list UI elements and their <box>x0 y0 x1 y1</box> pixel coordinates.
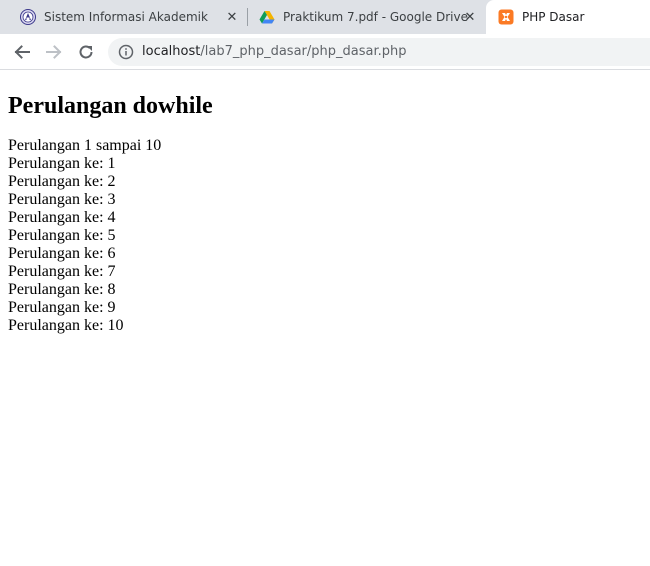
university-seal-icon <box>20 9 36 25</box>
tab-strip: Sistem Informasi Akademik ✕ Praktikum 7.… <box>0 0 650 34</box>
arrow-right-icon <box>46 45 62 59</box>
browser-toolbar: localhost/lab7_php_dasar/php_dasar.php <box>0 34 650 70</box>
reload-icon <box>79 45 93 59</box>
page-content: Perulangan dowhile Perulangan 1 sampai 1… <box>8 70 642 335</box>
close-tab-icon[interactable]: ✕ <box>223 8 241 26</box>
tab-title: Sistem Informasi Akademik <box>44 10 208 24</box>
loop-line: Perulangan ke: 9 <box>8 299 116 316</box>
tab-title: Praktikum 7.pdf - Google Drive <box>283 10 468 24</box>
forward-button[interactable] <box>42 40 66 64</box>
url-host: localhost <box>142 44 201 59</box>
tab-sistem-informasi-akademik[interactable]: Sistem Informasi Akademik ✕ <box>0 0 248 34</box>
arrow-left-icon <box>14 45 30 59</box>
tab-title: PHP Dasar <box>522 10 585 24</box>
loop-line: Perulangan ke: 6 <box>8 245 116 262</box>
back-button[interactable] <box>10 40 34 64</box>
loop-line: Perulangan ke: 3 <box>8 191 116 208</box>
page-heading: Perulangan dowhile <box>8 93 213 119</box>
tab-php-dasar[interactable]: PHP Dasar <box>486 0 650 34</box>
reload-button[interactable] <box>74 40 98 64</box>
tab-praktikum-google-drive[interactable]: Praktikum 7.pdf - Google Drive ✕ <box>248 0 486 34</box>
close-tab-icon[interactable]: ✕ <box>461 8 479 26</box>
loop-line: Perulangan ke: 2 <box>8 173 116 190</box>
loop-line: Perulangan ke: 7 <box>8 263 116 280</box>
url-text[interactable]: localhost/lab7_php_dasar/php_dasar.php <box>142 44 407 60</box>
loop-line: Perulangan ke: 8 <box>8 281 116 298</box>
xampp-icon <box>498 9 514 25</box>
loop-line: Perulangan ke: 1 <box>8 155 116 172</box>
intro-text: Perulangan 1 sampai 10 <box>8 137 162 154</box>
google-drive-icon <box>259 11 275 24</box>
address-bar[interactable]: localhost/lab7_php_dasar/php_dasar.php <box>108 38 650 66</box>
loop-line: Perulangan ke: 5 <box>8 227 116 244</box>
loop-line: Perulangan ke: 4 <box>8 209 116 226</box>
info-icon[interactable] <box>118 44 134 60</box>
url-path: /lab7_php_dasar/php_dasar.php <box>200 44 407 59</box>
loop-line: Perulangan ke: 10 <box>8 317 124 334</box>
